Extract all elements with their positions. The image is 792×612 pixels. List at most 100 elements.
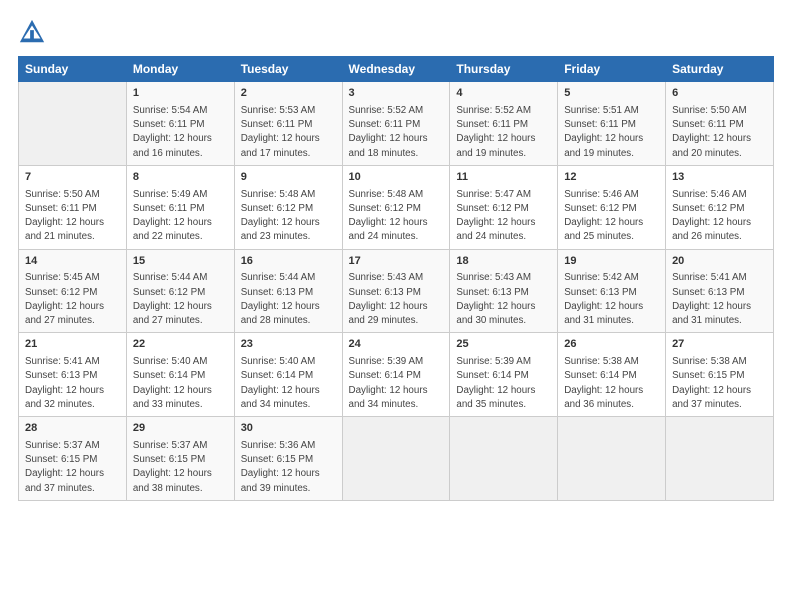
logo <box>18 18 50 46</box>
calendar-cell-r1c2: 9 Sunrise: 5:48 AM Sunset: 6:12 PM Daylig… <box>234 165 342 249</box>
day-info: Sunrise: 5:41 AM Sunset: 6:13 PM Dayligh… <box>672 271 767 328</box>
day-info: Sunrise: 5:53 AM Sunset: 6:11 PM Dayligh… <box>241 104 336 161</box>
calendar-cell-r0c3: 3 Sunrise: 5:52 AM Sunset: 6:11 PM Daylig… <box>342 82 450 166</box>
calendar-cell-r3c6: 27 Sunrise: 5:38 AM Sunset: 6:15 PM Dayli… <box>666 333 774 417</box>
day-number: 3 <box>349 86 444 102</box>
calendar-cell-r4c5 <box>558 417 666 501</box>
day-number: 23 <box>241 337 336 353</box>
calendar-cell-r4c3 <box>342 417 450 501</box>
day-number: 21 <box>25 337 120 353</box>
calendar-cell-r2c2: 16Sunrise: 5:44 AM Sunset: 6:13 PM Dayli… <box>234 249 342 333</box>
calendar-cell-r1c5: 12 Sunrise: 5:46 AM Sunset: 6:12 PM Dayli… <box>558 165 666 249</box>
day-number: 20 <box>672 254 767 270</box>
col-header-friday: Friday <box>558 57 666 82</box>
calendar-cell-r3c4: 25 Sunrise: 5:39 AM Sunset: 6:14 PM Dayli… <box>450 333 558 417</box>
day-info: Sunrise: 5:48 AM Sunset: 6:12 PM Dayligh… <box>241 188 336 245</box>
calendar-cell-r0c4: 4 Sunrise: 5:52 AM Sunset: 6:11 PM Daylig… <box>450 82 558 166</box>
col-header-thursday: Thursday <box>450 57 558 82</box>
day-info: Sunrise: 5:44 AM Sunset: 6:13 PM Dayligh… <box>241 271 336 328</box>
calendar-row-2: 14Sunrise: 5:45 AM Sunset: 6:12 PM Dayli… <box>19 249 774 333</box>
calendar-cell-r1c1: 8 Sunrise: 5:49 AM Sunset: 6:11 PM Daylig… <box>126 165 234 249</box>
calendar-cell-r2c5: 19Sunrise: 5:42 AM Sunset: 6:13 PM Dayli… <box>558 249 666 333</box>
header-row: SundayMondayTuesdayWednesdayThursdayFrid… <box>19 57 774 82</box>
day-number: 17 <box>349 254 444 270</box>
calendar-cell-r3c0: 21 Sunrise: 5:41 AM Sunset: 6:13 PM Dayli… <box>19 333 127 417</box>
calendar-cell-r3c5: 26Sunrise: 5:38 AM Sunset: 6:14 PM Dayli… <box>558 333 666 417</box>
day-number: 16 <box>241 254 336 270</box>
day-info: Sunrise: 5:52 AM Sunset: 6:11 PM Dayligh… <box>349 104 444 161</box>
day-number: 4 <box>456 86 551 102</box>
day-info: Sunrise: 5:37 AM Sunset: 6:15 PM Dayligh… <box>25 439 120 496</box>
calendar-cell-r3c3: 24 Sunrise: 5:39 AM Sunset: 6:14 PM Dayli… <box>342 333 450 417</box>
day-number: 12 <box>564 170 659 186</box>
day-number: 1 <box>133 86 228 102</box>
col-header-tuesday: Tuesday <box>234 57 342 82</box>
day-number: 9 <box>241 170 336 186</box>
day-info: Sunrise: 5:40 AM Sunset: 6:14 PM Dayligh… <box>133 355 228 412</box>
day-info: Sunrise: 5:41 AM Sunset: 6:13 PM Dayligh… <box>25 355 120 412</box>
calendar-cell-r4c2: 30Sunrise: 5:36 AM Sunset: 6:15 PM Dayli… <box>234 417 342 501</box>
calendar-cell-r0c5: 5 Sunrise: 5:51 AM Sunset: 6:11 PM Daylig… <box>558 82 666 166</box>
calendar-row-4: 28 Sunrise: 5:37 AM Sunset: 6:15 PM Dayli… <box>19 417 774 501</box>
day-info: Sunrise: 5:38 AM Sunset: 6:15 PM Dayligh… <box>672 355 767 412</box>
col-header-monday: Monday <box>126 57 234 82</box>
day-number: 22 <box>133 337 228 353</box>
col-header-saturday: Saturday <box>666 57 774 82</box>
day-info: Sunrise: 5:48 AM Sunset: 6:12 PM Dayligh… <box>349 188 444 245</box>
day-number: 13 <box>672 170 767 186</box>
calendar-cell-r2c0: 14Sunrise: 5:45 AM Sunset: 6:12 PM Dayli… <box>19 249 127 333</box>
day-number: 15 <box>133 254 228 270</box>
calendar-cell-r4c1: 29 Sunrise: 5:37 AM Sunset: 6:15 PM Dayli… <box>126 417 234 501</box>
day-info: Sunrise: 5:37 AM Sunset: 6:15 PM Dayligh… <box>133 439 228 496</box>
calendar-cell-r1c0: 7Sunrise: 5:50 AM Sunset: 6:11 PM Daylig… <box>19 165 127 249</box>
day-info: Sunrise: 5:44 AM Sunset: 6:12 PM Dayligh… <box>133 271 228 328</box>
day-number: 5 <box>564 86 659 102</box>
day-info: Sunrise: 5:50 AM Sunset: 6:11 PM Dayligh… <box>672 104 767 161</box>
calendar-row-0: 1Sunrise: 5:54 AM Sunset: 6:11 PM Daylig… <box>19 82 774 166</box>
day-number: 18 <box>456 254 551 270</box>
day-info: Sunrise: 5:46 AM Sunset: 6:12 PM Dayligh… <box>564 188 659 245</box>
day-number: 7 <box>25 170 120 186</box>
calendar-cell-r2c4: 18Sunrise: 5:43 AM Sunset: 6:13 PM Dayli… <box>450 249 558 333</box>
day-info: Sunrise: 5:39 AM Sunset: 6:14 PM Dayligh… <box>456 355 551 412</box>
header <box>18 18 774 46</box>
day-number: 29 <box>133 421 228 437</box>
calendar-row-1: 7Sunrise: 5:50 AM Sunset: 6:11 PM Daylig… <box>19 165 774 249</box>
day-info: Sunrise: 5:49 AM Sunset: 6:11 PM Dayligh… <box>133 188 228 245</box>
calendar-cell-r2c1: 15Sunrise: 5:44 AM Sunset: 6:12 PM Dayli… <box>126 249 234 333</box>
day-number: 24 <box>349 337 444 353</box>
calendar-cell-r0c2: 2 Sunrise: 5:53 AM Sunset: 6:11 PM Daylig… <box>234 82 342 166</box>
day-info: Sunrise: 5:42 AM Sunset: 6:13 PM Dayligh… <box>564 271 659 328</box>
day-info: Sunrise: 5:52 AM Sunset: 6:11 PM Dayligh… <box>456 104 551 161</box>
day-number: 30 <box>241 421 336 437</box>
day-info: Sunrise: 5:39 AM Sunset: 6:14 PM Dayligh… <box>349 355 444 412</box>
day-number: 11 <box>456 170 551 186</box>
day-number: 10 <box>349 170 444 186</box>
calendar-cell-r1c4: 11 Sunrise: 5:47 AM Sunset: 6:12 PM Dayli… <box>450 165 558 249</box>
day-number: 19 <box>564 254 659 270</box>
day-number: 2 <box>241 86 336 102</box>
day-number: 14 <box>25 254 120 270</box>
calendar-cell-r4c4 <box>450 417 558 501</box>
day-number: 28 <box>25 421 120 437</box>
day-number: 25 <box>456 337 551 353</box>
calendar-row-3: 21 Sunrise: 5:41 AM Sunset: 6:13 PM Dayli… <box>19 333 774 417</box>
day-info: Sunrise: 5:51 AM Sunset: 6:11 PM Dayligh… <box>564 104 659 161</box>
col-header-wednesday: Wednesday <box>342 57 450 82</box>
day-number: 8 <box>133 170 228 186</box>
calendar-cell-r0c0 <box>19 82 127 166</box>
calendar-cell-r0c6: 6 Sunrise: 5:50 AM Sunset: 6:11 PM Daylig… <box>666 82 774 166</box>
calendar-cell-r1c6: 13 Sunrise: 5:46 AM Sunset: 6:12 PM Dayli… <box>666 165 774 249</box>
day-info: Sunrise: 5:43 AM Sunset: 6:13 PM Dayligh… <box>456 271 551 328</box>
day-info: Sunrise: 5:46 AM Sunset: 6:12 PM Dayligh… <box>672 188 767 245</box>
col-header-sunday: Sunday <box>19 57 127 82</box>
calendar-cell-r3c2: 23 Sunrise: 5:40 AM Sunset: 6:14 PM Dayli… <box>234 333 342 417</box>
calendar-cell-r2c6: 20Sunrise: 5:41 AM Sunset: 6:13 PM Dayli… <box>666 249 774 333</box>
day-number: 27 <box>672 337 767 353</box>
day-info: Sunrise: 5:40 AM Sunset: 6:14 PM Dayligh… <box>241 355 336 412</box>
page: SundayMondayTuesdayWednesdayThursdayFrid… <box>0 0 792 612</box>
day-info: Sunrise: 5:47 AM Sunset: 6:12 PM Dayligh… <box>456 188 551 245</box>
day-number: 26 <box>564 337 659 353</box>
calendar-cell-r4c0: 28 Sunrise: 5:37 AM Sunset: 6:15 PM Dayli… <box>19 417 127 501</box>
day-number: 6 <box>672 86 767 102</box>
